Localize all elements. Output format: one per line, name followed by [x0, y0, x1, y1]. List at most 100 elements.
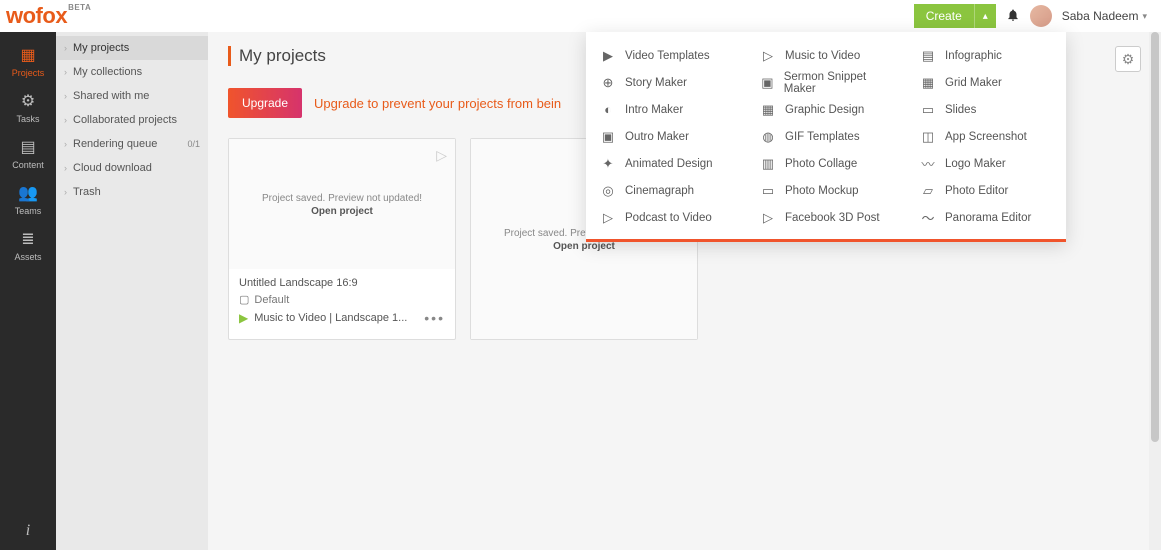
podcast-icon: ▷	[600, 210, 616, 226]
sidebar-item-my-collections[interactable]: ›My collections	[56, 60, 208, 84]
mega-item-app-screenshot[interactable]: ◫App Screenshot	[920, 123, 1052, 150]
assets-icon: ≣	[21, 229, 34, 249]
cinemagraph-icon: ◎	[600, 183, 616, 199]
mega-item-grid-maker[interactable]: ▦Grid Maker	[920, 69, 1052, 96]
rail-item-projects[interactable]: ▦ Projects	[0, 38, 56, 84]
sidebar-label: Shared with me	[73, 90, 149, 102]
music-to-video-icon: ▷	[760, 48, 776, 64]
gear-icon: ⚙	[1122, 51, 1135, 68]
app-screenshot-icon: ◫	[920, 129, 936, 145]
mega-label: Photo Editor	[945, 185, 1008, 197]
upgrade-message: Upgrade to prevent your projects from be…	[314, 96, 561, 111]
mega-item-logo-maker[interactable]: 〰Logo Maker	[920, 150, 1052, 177]
rail-label-assets: Assets	[14, 252, 41, 262]
mega-item-podcast-to-video[interactable]: ▷Podcast to Video	[600, 204, 732, 231]
mega-item-photo-mockup[interactable]: ▭ Photo Mockup	[760, 177, 892, 204]
folder-name: Default	[254, 294, 289, 306]
slides-icon: ▭	[920, 102, 936, 118]
mega-label: Animated Design	[625, 158, 713, 170]
projects-icon: ▦	[20, 45, 35, 65]
open-project-link[interactable]: Open project	[553, 241, 615, 252]
sidebar-item-cloud[interactable]: ›Cloud download	[56, 156, 208, 180]
more-menu-icon[interactable]: •••	[424, 310, 445, 326]
mega-label: Intro Maker	[625, 104, 683, 116]
sidebar: ›My projects ›My collections ›Shared wit…	[56, 32, 208, 550]
photo-editor-icon: ▱	[920, 183, 936, 199]
scrollbar-thumb[interactable]	[1151, 32, 1159, 442]
sidebar-item-rendering[interactable]: ›Rendering queue0/1	[56, 132, 208, 156]
rail-item-teams[interactable]: 👥 Teams	[0, 176, 56, 222]
mega-item-music-to-video[interactable]: ▷Music to Video	[760, 42, 892, 69]
play-outline-icon: ▷	[436, 147, 447, 164]
chevron-right-icon: ›	[64, 163, 67, 173]
chevron-right-icon: ›	[64, 187, 67, 197]
info-icon[interactable]: i	[26, 522, 30, 540]
mega-item-outro-maker[interactable]: ▣ Outro Maker	[600, 123, 732, 150]
sidebar-item-my-projects[interactable]: ›My projects	[56, 36, 208, 60]
mockup-icon: ▭	[760, 183, 776, 199]
mega-item-panorama-editor[interactable]: 〜Panorama Editor	[920, 204, 1052, 231]
settings-button[interactable]: ⚙	[1115, 46, 1141, 72]
mega-item-story-maker[interactable]: ⊕Story Maker	[600, 69, 732, 96]
mega-item-sermon-snippet[interactable]: ▣Sermon Snippet Maker	[760, 69, 892, 96]
mega-label: Sermon Snippet Maker	[784, 71, 892, 95]
sidebar-label: Collaborated projects	[73, 114, 177, 126]
card-preview: ▷ Project saved. Preview not updated! Op…	[229, 139, 455, 269]
mega-item-video-templates[interactable]: ▶Video Templates	[600, 42, 732, 69]
play-icon: ▶	[239, 311, 248, 325]
project-card[interactable]: ▷ Project saved. Preview not updated! Op…	[228, 138, 456, 340]
chevron-right-icon: ›	[64, 43, 67, 53]
mega-label: Slides	[945, 104, 976, 116]
mega-label: Photo Collage	[785, 158, 857, 170]
top-bar: wofoxBETA Create ▴ Saba Nadeem ▾	[0, 0, 1161, 32]
mega-item-graphic-design[interactable]: ▦ Graphic Design	[760, 96, 892, 123]
mega-label: Graphic Design	[785, 104, 864, 116]
graphic-design-icon: ▦	[760, 102, 776, 118]
animated-design-icon: ✦	[600, 156, 616, 172]
sidebar-item-collab[interactable]: ›Collaborated projects	[56, 108, 208, 132]
tasks-icon: ⚙	[21, 91, 35, 111]
project-subtitle: Music to Video | Landscape 1...	[254, 312, 407, 324]
user-avatar[interactable]	[1030, 5, 1052, 27]
mega-item-gif-templates[interactable]: ◍GIF Templates	[760, 123, 892, 150]
user-menu[interactable]: Saba Nadeem ▾	[1062, 9, 1147, 23]
vertical-scrollbar[interactable]	[1149, 32, 1161, 550]
open-project-link[interactable]: Open project	[311, 206, 373, 217]
mega-item-infographic[interactable]: ▤Infographic	[920, 42, 1052, 69]
mega-col-2: ▷Music to Video ▣Sermon Snippet Maker ▦ G…	[746, 42, 906, 231]
mega-item-animated-design[interactable]: ✦ Animated Design	[600, 150, 732, 177]
upgrade-button[interactable]: Upgrade	[228, 88, 302, 118]
teams-icon: 👥	[18, 183, 38, 203]
rail-item-tasks[interactable]: ⚙ Tasks	[0, 84, 56, 130]
mega-label: Photo Mockup	[785, 185, 859, 197]
sidebar-item-shared[interactable]: ›Shared with me	[56, 84, 208, 108]
create-mega-menu: ▶Video Templates ⊕Story Maker ◐Intro Mak…	[586, 32, 1066, 242]
create-dropdown-caret[interactable]: ▴	[974, 4, 996, 28]
mega-label: Logo Maker	[945, 158, 1006, 170]
mega-item-intro-maker[interactable]: ◐Intro Maker	[600, 96, 732, 123]
mega-item-facebook-3d[interactable]: ▷Facebook 3D Post	[760, 204, 892, 231]
rail-item-assets[interactable]: ≣ Assets	[0, 222, 56, 268]
mega-item-photo-collage[interactable]: ▥Photo Collage	[760, 150, 892, 177]
brand-logo[interactable]: wofoxBETA	[6, 3, 91, 29]
preview-status: Project saved. Preview not updated!	[262, 191, 422, 206]
infographic-icon: ▤	[920, 48, 936, 64]
sidebar-label: Trash	[73, 186, 101, 198]
mega-label: Panorama Editor	[945, 212, 1031, 224]
mega-item-photo-editor[interactable]: ▱ Photo Editor	[920, 177, 1052, 204]
mega-label: Outro Maker	[625, 131, 689, 143]
mega-item-cinemagraph[interactable]: ◎ Cinemagraph	[600, 177, 732, 204]
project-subtitle-row: ▶ Music to Video | Landscape 1... •••	[239, 310, 445, 326]
create-button[interactable]: Create	[914, 4, 974, 28]
outro-maker-icon: ▣	[600, 129, 616, 145]
folder-icon: ▢	[239, 293, 249, 306]
rail-item-content[interactable]: ▤ Content	[0, 130, 56, 176]
mega-item-slides[interactable]: ▭ Slides	[920, 96, 1052, 123]
sidebar-item-trash[interactable]: › Trash	[56, 180, 208, 204]
content-icon: ▤	[20, 137, 35, 157]
brand-beta: BETA	[68, 3, 91, 12]
rail-label-tasks: Tasks	[16, 114, 39, 124]
notifications-icon[interactable]	[1006, 8, 1020, 25]
mega-label: Cinemagraph	[625, 185, 694, 197]
left-rail: ▦ Projects ⚙ Tasks ▤ Content 👥 Teams ≣ A…	[0, 32, 56, 550]
